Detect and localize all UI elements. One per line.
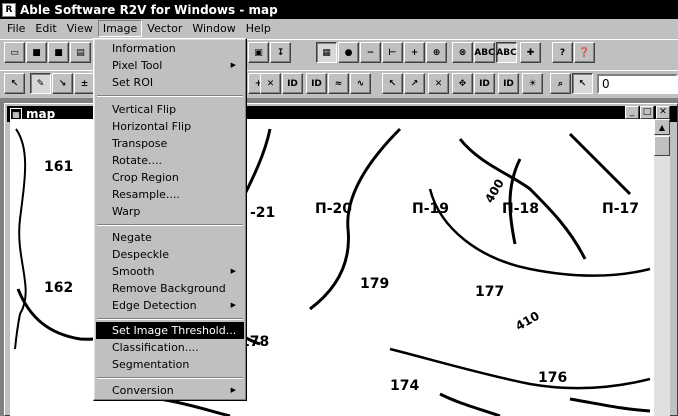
menu-edit[interactable]: Edit <box>30 20 61 37</box>
map-label: П-19 <box>412 201 450 217</box>
light-icon[interactable]: ☀ <box>522 73 543 94</box>
id-number-icon[interactable]: ID <box>498 73 519 94</box>
join-icon[interactable]: ⊢ <box>382 42 403 63</box>
save-icon[interactable]: ■ <box>26 42 47 63</box>
menu-separator <box>97 95 243 97</box>
add-node-icon[interactable]: ± <box>74 73 95 94</box>
menu-vector[interactable]: Vector <box>142 20 187 37</box>
menu-bar: File Edit View Image Vector Window Help <box>0 19 678 38</box>
menu-item-rotate[interactable]: Rotate.... <box>96 152 244 169</box>
menu-item-set-image-threshold[interactable]: Set Image Threshold... <box>96 322 244 339</box>
map-label: 174 <box>390 378 420 394</box>
map-label: П-20 <box>315 201 353 217</box>
context-help-icon[interactable]: ❓ <box>574 42 595 63</box>
map-label: П-17 <box>602 201 640 217</box>
id-tool-icon[interactable]: ID <box>282 73 303 94</box>
app-icon[interactable]: R <box>2 2 16 17</box>
save-as-icon[interactable]: ■ <box>48 42 69 63</box>
smooth-line-icon[interactable]: ∿ <box>350 73 371 94</box>
help-icon[interactable]: ? <box>552 42 573 63</box>
vertical-scrollbar[interactable]: ▲ <box>654 119 670 416</box>
arrow-select-icon[interactable]: ↖ <box>572 73 593 94</box>
menu-item-smooth[interactable]: Smooth ▶ <box>96 263 244 280</box>
submenu-arrow-icon: ▶ <box>230 267 236 275</box>
crosshair-icon[interactable]: ✚ <box>520 42 541 63</box>
maximize-icon[interactable]: □ <box>640 106 654 119</box>
menu-help[interactable]: Help <box>241 20 276 37</box>
delete-vertex-icon[interactable]: ✕ <box>260 73 281 94</box>
value-field[interactable]: 0 <box>597 74 678 94</box>
submenu-arrow-icon: ▶ <box>230 386 236 394</box>
menu-item-vertical-flip[interactable]: Vertical Flip <box>96 101 244 118</box>
menu-separator <box>97 377 243 379</box>
text-abc-bold-icon[interactable]: ABC <box>496 42 517 63</box>
menu-item-information[interactable]: Information <box>96 40 244 57</box>
minimize-icon[interactable]: _ <box>625 106 639 119</box>
menu-item-set-roi[interactable]: Set ROI <box>96 74 244 91</box>
download-icon[interactable]: ↧ <box>270 42 291 63</box>
menu-item-warp[interactable]: Warp <box>96 203 244 220</box>
menu-separator <box>97 224 243 226</box>
map-label: 176 <box>538 370 568 386</box>
map-label: 162 <box>44 280 74 296</box>
map-label: -21 <box>250 205 276 221</box>
app-title: Able Software R2V for Windows - map <box>20 2 278 17</box>
pencil-icon[interactable]: ✎ <box>30 73 51 94</box>
menu-item-pixel-tool[interactable]: Pixel Tool ▶ <box>96 57 244 74</box>
move-node-icon[interactable]: ↗ <box>404 73 425 94</box>
menu-item-segmentation[interactable]: Segmentation <box>96 356 244 373</box>
submenu-arrow-icon: ▶ <box>230 61 236 69</box>
node-line-icon[interactable]: ● <box>338 42 359 63</box>
map-label: 161 <box>44 159 74 175</box>
rotate-icon[interactable]: ✕ <box>428 73 449 94</box>
id-label-icon[interactable]: ID <box>306 73 327 94</box>
zoom-icon[interactable]: ⌕ <box>550 73 571 94</box>
menu-file[interactable]: File <box>2 20 30 37</box>
pointer-icon[interactable]: ↖ <box>4 73 25 94</box>
delete-icon[interactable]: ⊗ <box>452 42 473 63</box>
app-title-bar: R Able Software R2V for Windows - map <box>0 0 678 19</box>
contour-icon[interactable]: ≈ <box>328 73 349 94</box>
cross-node-icon[interactable]: + <box>404 42 425 63</box>
menu-item-conversion[interactable]: Conversion ▶ <box>96 382 244 399</box>
text-abc-icon[interactable]: ABC <box>474 42 495 63</box>
menu-item-edge-detection[interactable]: Edge Detection ▶ <box>96 297 244 314</box>
target-icon[interactable]: ⊕ <box>426 42 447 63</box>
submenu-arrow-icon: ▶ <box>230 301 236 309</box>
menu-item-horizontal-flip[interactable]: Horizontal Flip <box>96 118 244 135</box>
select-vector-icon[interactable]: ▦ <box>316 42 337 63</box>
image-menu-dropdown: Information Pixel Tool ▶ Set ROI Vertical… <box>93 38 247 401</box>
menu-item-negate[interactable]: Negate <box>96 229 244 246</box>
menu-item-transpose[interactable]: Transpose <box>96 135 244 152</box>
menu-image[interactable]: Image <box>97 20 143 37</box>
move-icon[interactable]: ✥ <box>452 73 473 94</box>
menu-item-resample[interactable]: Resample.... <box>96 186 244 203</box>
menu-window[interactable]: Window <box>187 20 240 37</box>
map-label: 177 <box>475 284 505 300</box>
scroll-thumb[interactable] <box>654 136 670 156</box>
open-file-icon[interactable]: ▭ <box>4 42 25 63</box>
print-icon[interactable]: ▤ <box>70 42 91 63</box>
line-tool-icon[interactable]: ↘ <box>52 73 73 94</box>
menu-item-classification[interactable]: Classification.... <box>96 339 244 356</box>
image-tool-icon[interactable]: ▣ <box>248 42 269 63</box>
close-icon[interactable]: ✕ <box>656 106 670 119</box>
map-label: 179 <box>360 276 390 292</box>
id-select-icon[interactable]: ID <box>474 73 495 94</box>
select-arrow-icon[interactable]: ↖ <box>382 73 403 94</box>
menu-view[interactable]: View <box>62 20 98 37</box>
menu-item-despeckle[interactable]: Despeckle <box>96 246 244 263</box>
map-label: П-18 <box>502 201 540 217</box>
menu-separator <box>97 318 243 320</box>
menu-item-remove-background[interactable]: Remove Background <box>96 280 244 297</box>
segment-icon[interactable]: − <box>360 42 381 63</box>
scroll-up-icon[interactable]: ▲ <box>654 119 670 135</box>
menu-item-crop-region[interactable]: Crop Region <box>96 169 244 186</box>
